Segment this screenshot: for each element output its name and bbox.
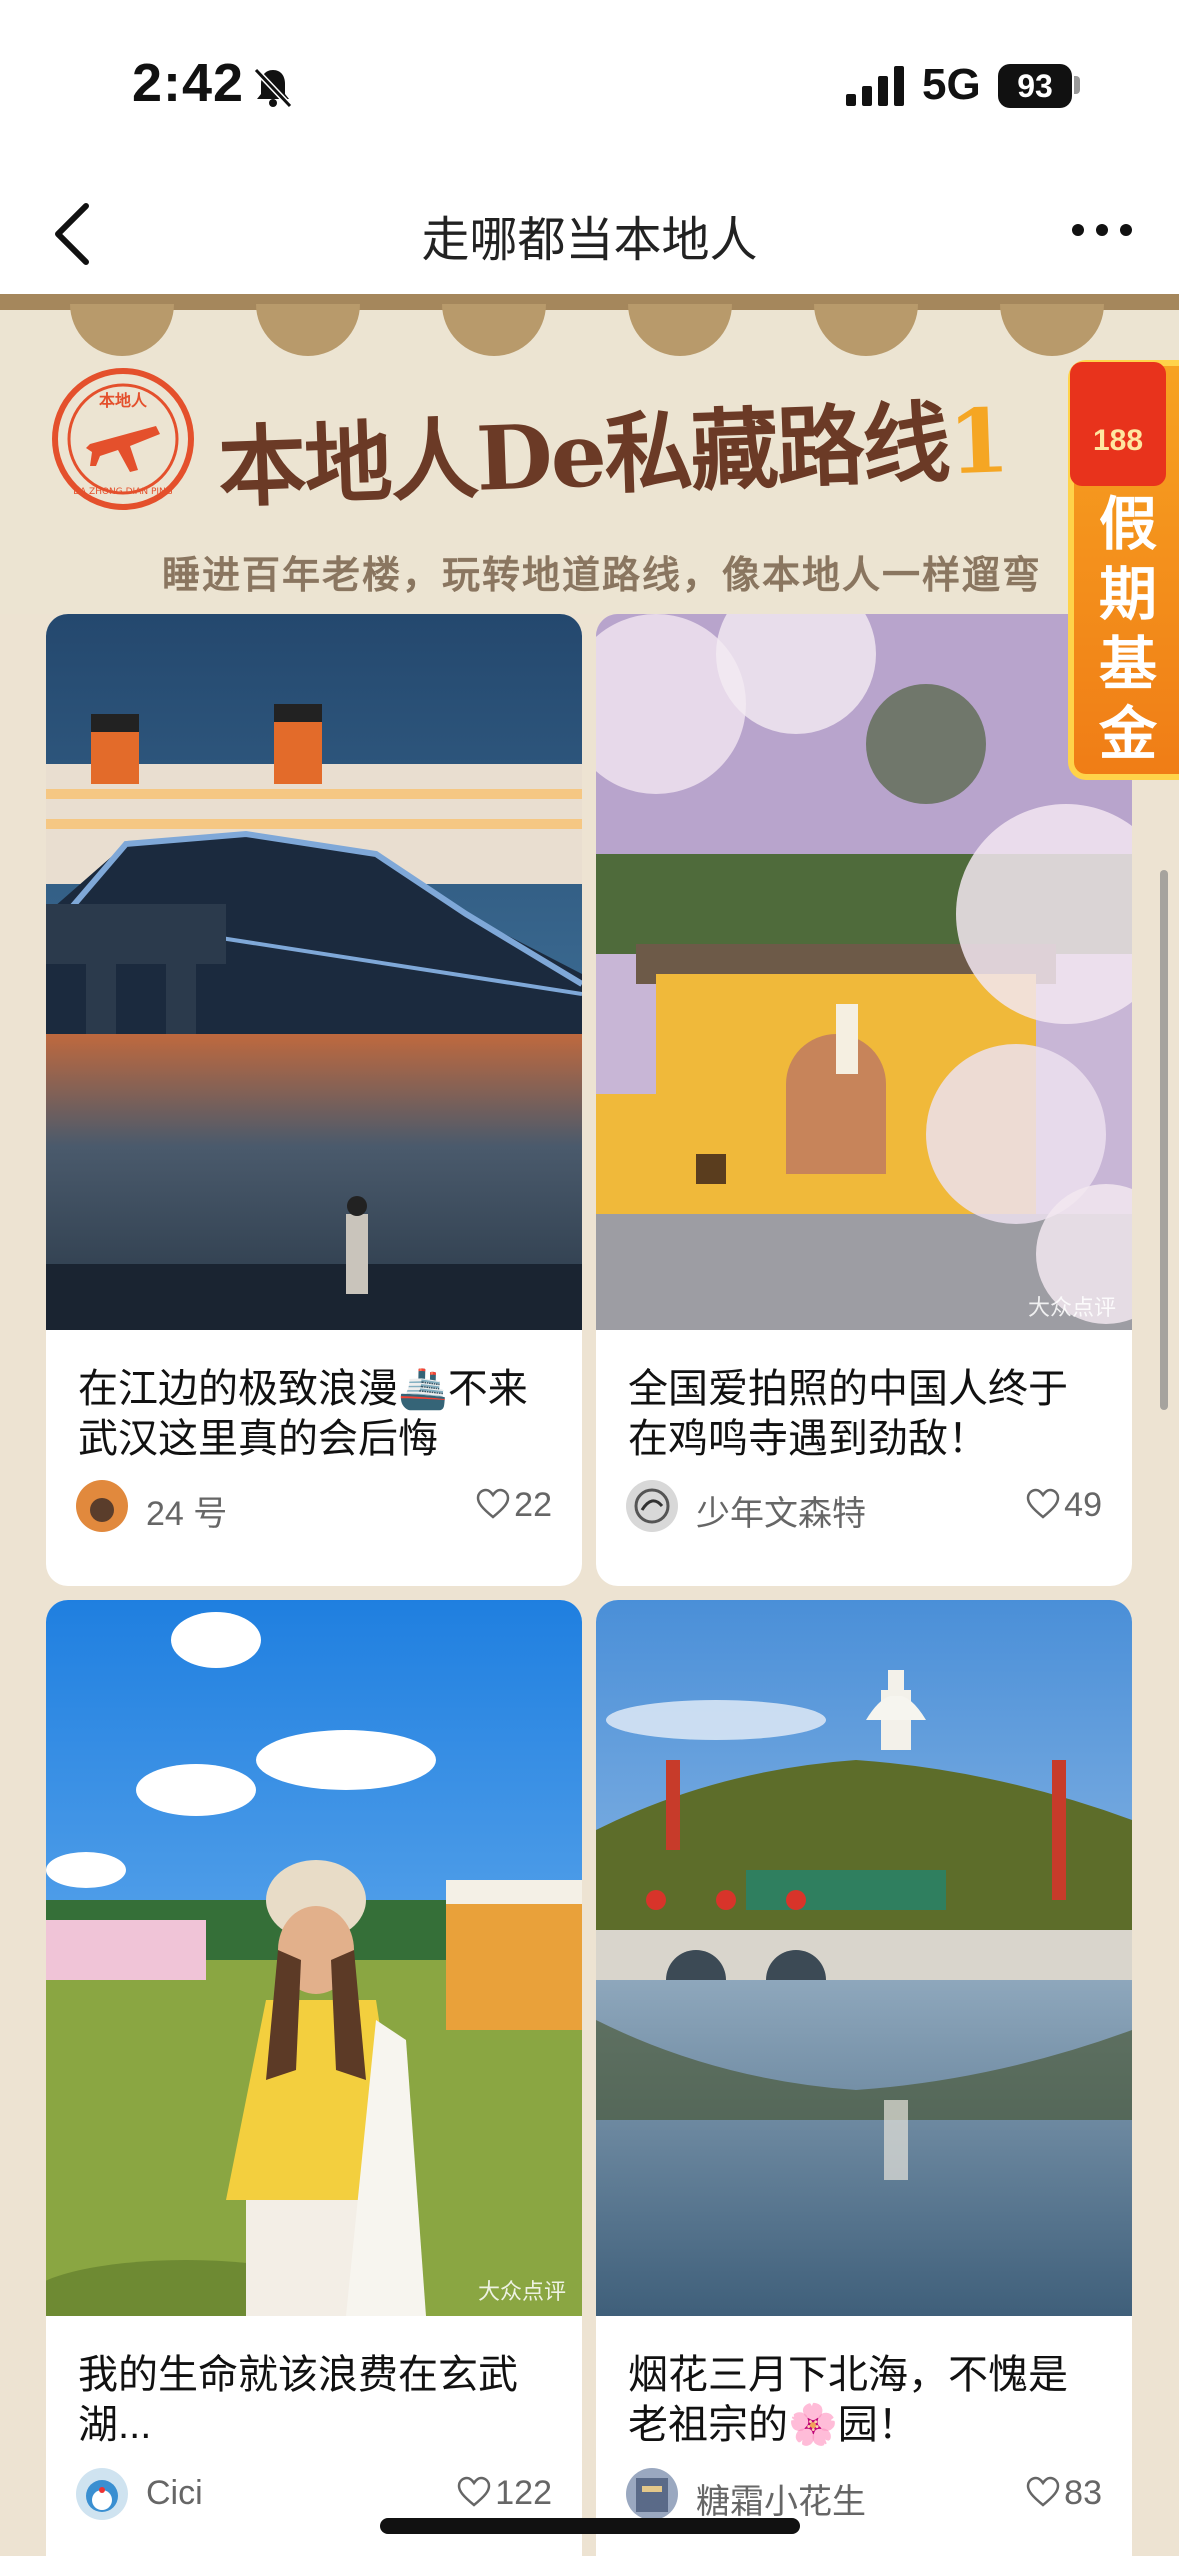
battery-cap <box>1074 76 1080 94</box>
card-title: 烟花三月下北海，不愧是老祖宗的🌸园！ <box>628 2353 1068 2447</box>
stamp-logo-icon: 本地人 DA ZHONG DIAN PING <box>52 368 194 510</box>
author-name[interactable]: 糖霜小花生 <box>696 2474 866 2523</box>
red-envelope-icon[interactable]: 188 <box>1070 362 1166 486</box>
like-count: 22 <box>514 1486 552 1524</box>
banner-title-accent: 1 <box>946 388 1010 495</box>
like-button[interactable]: 83 <box>1026 2474 1102 2513</box>
status-time: 2:42 <box>132 53 245 113</box>
card-image <box>596 614 1132 1330</box>
home-indicator[interactable] <box>380 2518 800 2534</box>
author-name[interactable]: 24 号 <box>146 1486 227 1535</box>
card-meta: Cici 122 <box>76 2466 552 2522</box>
author-name[interactable]: 少年文森特 <box>696 1486 866 1535</box>
card-title: 在江边的极致浪漫🚢不来武汉这里真的会后悔 <box>78 1367 528 1461</box>
like-button[interactable]: 49 <box>1026 1486 1102 1525</box>
banner-subtitle: 睡进百年老楼，玩转地道路线，像本地人一样遛弯 <box>162 555 1043 597</box>
page-title: 走哪都当本地人 <box>421 214 758 267</box>
avatar[interactable] <box>76 2468 128 2520</box>
network-type: 5G <box>922 60 981 109</box>
card-meta: 24 号 22 <box>76 1478 552 1534</box>
note-card[interactable]: 在江边的极致浪漫🚢不来武汉这里真的会后悔 24 号 22 <box>46 614 582 1586</box>
fund-amount: 188 <box>1092 424 1144 457</box>
avatar[interactable] <box>626 1480 678 1532</box>
card-title: 我的生命就该浪费在玄武湖... <box>78 2353 518 2447</box>
scallop-border <box>0 294 1179 356</box>
avatar[interactable] <box>626 2468 678 2520</box>
note-card[interactable]: 大众点评 全国爱拍照的中国人终于在鸡鸣寺遇到劲敌！ 少年文森特 49 <box>596 614 1132 1586</box>
card-meta: 糖霜小花生 83 <box>626 2466 1102 2522</box>
banner: 本地人 DA ZHONG DIAN PING 本地人De私藏路线1 睡进百年老楼… <box>0 294 1179 614</box>
fund-label[interactable]: 假期基金 <box>1088 490 1168 770</box>
content-area: 本地人 DA ZHONG DIAN PING 本地人De私藏路线1 睡进百年老楼… <box>0 294 1179 2556</box>
stamp-text: 本地人 <box>99 391 148 410</box>
nav-bar: 走哪都当本地人 <box>0 170 1179 294</box>
like-button[interactable]: 122 <box>457 2474 552 2513</box>
card-title: 全国爱拍照的中国人终于在鸡鸣寺遇到劲敌！ <box>628 1367 1068 1461</box>
like-count: 83 <box>1064 2474 1102 2512</box>
heart-icon <box>458 2476 491 2507</box>
ellipsis-icon[interactable] <box>1070 210 1134 250</box>
card-meta: 少年文森特 49 <box>626 1478 1102 1534</box>
avatar[interactable] <box>76 1480 128 1532</box>
like-count: 49 <box>1064 1486 1102 1524</box>
scrollbar-thumb[interactable] <box>1160 870 1168 1410</box>
like-button[interactable]: 22 <box>476 1486 552 1525</box>
status-bar: 2:42 5G 93 <box>0 0 1179 170</box>
note-card[interactable]: 大众点评 我的生命就该浪费在玄武湖... Cici 122 <box>46 1600 582 2556</box>
note-card[interactable]: 烟花三月下北海，不愧是老祖宗的🌸园！ 糖霜小花生 83 <box>596 1600 1132 2556</box>
banner-title: 本地人De私藏路线1 <box>216 370 1010 524</box>
like-count: 122 <box>495 2474 552 2512</box>
watermark: 大众点评 <box>1027 1295 1116 1320</box>
heart-icon <box>476 1488 510 1519</box>
heart-icon <box>1026 1488 1060 1519</box>
author-name[interactable]: Cici <box>146 2474 203 2513</box>
banner-title-main: 本地人De私藏路线 <box>216 390 951 520</box>
signal-icon <box>846 66 904 106</box>
battery-icon: 93 <box>998 64 1072 108</box>
bell-off-icon <box>253 67 293 109</box>
card-image <box>46 614 582 1330</box>
heart-icon <box>1026 2476 1060 2507</box>
battery-level: 93 <box>1017 68 1053 104</box>
card-image <box>596 1600 1132 2316</box>
watermark: 大众点评 <box>477 2279 566 2304</box>
card-image <box>46 1600 582 2316</box>
stamp-subtext: DA ZHONG DIAN PING <box>73 487 173 497</box>
